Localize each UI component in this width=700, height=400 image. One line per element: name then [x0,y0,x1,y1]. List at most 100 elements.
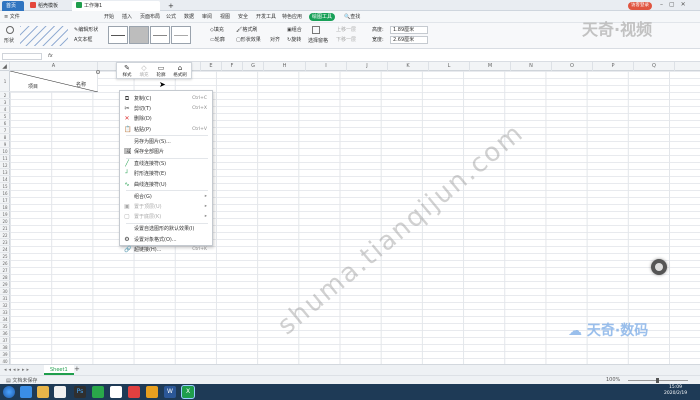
row-header[interactable]: 8 [0,134,10,141]
style-preset-2[interactable] [129,26,149,44]
row-header[interactable]: 24 [0,246,10,253]
word-icon[interactable]: W [164,386,176,398]
menu-view[interactable]: 视图 [220,13,230,21]
select-all-corner[interactable]: ◢ [0,62,10,71]
row-header[interactable]: 9 [0,141,10,148]
format-painter-button[interactable]: 🖌格式刷 [236,27,257,33]
chrome-icon[interactable] [110,386,122,398]
row-header[interactable]: 1 [0,71,10,92]
context-menu-item[interactable]: ▢ 置于底层(K) ▸ [120,212,212,222]
menu-formulas[interactable]: 公式 [166,13,176,21]
app2-icon[interactable] [146,386,158,398]
width-input[interactable]: 2.69厘米 [390,36,428,44]
row-header[interactable]: 26 [0,260,10,267]
context-menu-item[interactable]: ┘ 肘形连接符(E) [120,169,212,179]
menu-search[interactable]: 🔍查找 [344,13,360,21]
menu-security[interactable]: 安全 [238,13,248,21]
menu-special-apps[interactable]: 特色应用 [282,13,302,21]
row-header[interactable]: 7 [0,127,10,134]
start-button-icon[interactable] [3,386,15,398]
context-menu-item[interactable]: ∿ 曲线连接符(U) [120,180,212,190]
row-header[interactable]: 23 [0,239,10,246]
shape-button[interactable]: 形状 [4,38,14,44]
media-icon[interactable] [54,386,66,398]
outline-quick-button[interactable]: ▭ 轮廓 [154,64,168,79]
column-header[interactable]: P [593,62,634,71]
row-header[interactable]: 4 [0,106,10,113]
bring-forward-button[interactable]: 上移一层 [336,27,356,33]
shape-gallery[interactable] [20,26,68,46]
context-menu-item[interactable]: 组合(G) ▸ [120,192,212,202]
menu-data[interactable]: 数据 [184,13,194,21]
context-menu-item[interactable]: 🔗 超链接(H)... Ctrl+K [120,245,212,255]
column-header[interactable]: F [222,62,243,71]
photoshop-icon[interactable]: Ps [74,386,86,398]
select-pane-button[interactable]: 选择窗格 [308,38,328,44]
row-header[interactable]: 30 [0,288,10,295]
row-header[interactable]: 34 [0,316,10,323]
column-header[interactable]: J [347,62,388,71]
context-menu-item[interactable]: ⚙ 设置对象格式(O)... [120,235,212,245]
row-header[interactable]: 6 [0,120,10,127]
excel-icon[interactable]: X [181,385,195,399]
row-header[interactable]: 18 [0,204,10,211]
tab-home[interactable]: 首页 [2,1,24,11]
row-header[interactable]: 21 [0,225,10,232]
menu-home[interactable]: 开始 [104,13,114,21]
row-header[interactable]: 39 [0,351,10,358]
new-tab-button[interactable]: + [164,1,174,11]
tab-workbook[interactable]: 工作簿1 [72,1,160,11]
align-button[interactable]: 对齐 [270,37,280,43]
row-header[interactable]: 12 [0,162,10,169]
text-box-button[interactable]: A文本框 [74,37,92,43]
style-preset-1[interactable] [108,26,128,44]
row-header[interactable]: 36 [0,330,10,337]
folder-icon[interactable] [37,386,49,398]
add-sheet-button[interactable]: + [74,365,80,373]
column-header[interactable]: M [470,62,511,71]
tab-template[interactable]: 稻壳模板 [26,1,66,11]
format-painter-quick-button[interactable]: ⌂ 格式刷 [173,64,187,79]
app-icon[interactable] [128,386,140,398]
context-menu-item[interactable]: 📋 粘贴(P) Ctrl+V [120,125,212,135]
cell-a1[interactable]: 项目 名称 [10,71,98,92]
window-controls[interactable]: –▢✕ [660,1,692,8]
row-header[interactable]: 29 [0,281,10,288]
group-button[interactable]: ▣组合 [287,27,302,33]
column-header[interactable]: E [201,62,222,71]
shape-effects-button[interactable]: ▢形状效果 [236,37,261,43]
row-header[interactable]: 28 [0,274,10,281]
column-header[interactable]: Q [634,62,675,71]
row-header[interactable]: 19 [0,211,10,218]
fill-quick-button[interactable]: ◇ 填充 [137,64,151,79]
row-header[interactable]: 17 [0,197,10,204]
column-header[interactable]: N [511,62,552,71]
rotate-button[interactable]: ↻旋转 [287,37,301,43]
floating-assist-button[interactable] [651,259,667,275]
row-header[interactable]: 32 [0,302,10,309]
context-menu-item[interactable]: 🖼 保存全部图片 [120,147,212,157]
context-menu-item[interactable]: ✕ 删除(D) [120,114,212,124]
outline-button[interactable]: ▭轮廓 [210,37,225,43]
row-header[interactable]: 20 [0,218,10,225]
taskbar-clock[interactable]: 15:09 2020/2/19 [664,385,687,397]
column-header[interactable]: K [388,62,429,71]
line-handle[interactable] [96,70,100,74]
row-header[interactable]: 14 [0,176,10,183]
context-menu-item[interactable]: ⧉ 复制(C) Ctrl+C [120,94,212,104]
menu-drawing-tools[interactable]: 绘图工具 [309,13,336,21]
context-menu-item[interactable]: 另存为图片(S)... [120,137,212,147]
wechat-icon[interactable] [92,386,104,398]
column-header[interactable]: L [429,62,470,71]
style-quick-button[interactable]: ✎ 样式 [120,64,134,79]
fill-button[interactable]: ◇填充 [210,27,224,33]
style-preset-4[interactable] [171,26,191,44]
row-header[interactable]: 38 [0,344,10,351]
column-header[interactable]: G [243,62,264,71]
row-header[interactable]: 33 [0,309,10,316]
height-input[interactable]: 1.89厘米 [390,26,428,34]
context-menu-item[interactable]: 设置自选图形的默认效果(I) [120,224,212,234]
zoom-level[interactable]: 100% [606,377,620,383]
row-header[interactable]: 27 [0,267,10,274]
context-menu-item[interactable]: ✂ 剪切(T) Ctrl+X [120,104,212,114]
